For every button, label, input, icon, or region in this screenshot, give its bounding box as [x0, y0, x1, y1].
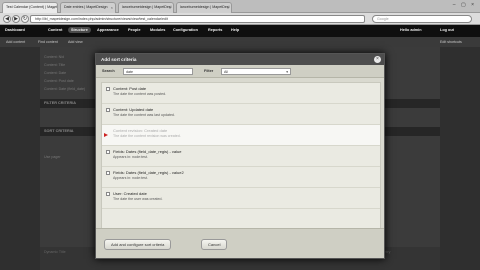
option-checkbox[interactable] [106, 171, 110, 175]
option-checkbox[interactable] [106, 108, 110, 112]
option-checkbox[interactable] [106, 192, 110, 196]
cancel-button[interactable]: Cancel [201, 239, 228, 250]
browser-tab-bar: Test Calendar (Content) | Mapet × Date e… [0, 0, 480, 13]
tab-close-icon[interactable]: × [111, 5, 113, 10]
list-item[interactable]: User: Created date The date the user was… [102, 188, 380, 209]
tab-close-icon[interactable]: × [227, 5, 229, 10]
tab-close-icon[interactable]: × [169, 5, 171, 10]
option-description: The date the content revision was create… [113, 134, 181, 138]
option-name: Content: Updated date [113, 107, 154, 112]
option-description: The date the content was posted. [113, 92, 167, 96]
shortcut-find-content[interactable]: Find content [38, 40, 58, 44]
logout-link[interactable]: Log out [440, 28, 454, 32]
option-description: Appears in: node:test. [113, 176, 148, 180]
menu-reports[interactable]: Reports [208, 28, 222, 32]
option-description: The date the content was last updated. [113, 113, 175, 117]
browser-tab[interactable]: Date entries | MapetDesign × [60, 2, 116, 13]
browser-search-input[interactable]: Google [372, 15, 472, 23]
search-label: Search [102, 69, 115, 73]
tab-close-icon[interactable]: × [53, 5, 55, 10]
tab-label: lanceburnetdesign | MapetDesi [122, 5, 172, 9]
list-item[interactable]: Fields: Dates (field_date_regis) - value… [102, 146, 380, 167]
bg-field-row: Content: Date (field_date) [44, 87, 86, 91]
tab-label: Date entries | MapetDesign [64, 5, 108, 9]
option-description: The date the user was created. [113, 197, 163, 201]
user-greeting[interactable]: Hello admin [400, 28, 422, 32]
menu-content[interactable]: Content [48, 28, 62, 32]
forward-icon[interactable]: ▶ [12, 15, 20, 23]
browser-tab[interactable]: Test Calendar (Content) | Mapet × [2, 2, 58, 13]
option-name: User: Created date [113, 191, 147, 196]
address-bar: ◀ ▶ ↻ http://lbl_mapetdesign.com/index.p… [0, 13, 480, 25]
option-checkbox[interactable] [106, 150, 110, 154]
browser-tab[interactable]: lanceburnetdesign | MapetDesi × [176, 2, 232, 13]
menu-configuration[interactable]: Configuration [173, 28, 198, 32]
filter-label: Filter [204, 69, 214, 73]
list-item[interactable]: Fields: Dates (field_date_regis) - value… [102, 167, 380, 188]
search-input[interactable]: date [123, 68, 193, 75]
filter-select-value: All [224, 70, 228, 74]
dialog-title: Add sort criteria [96, 54, 384, 65]
list-item[interactable]: Content: Updated date The date the conte… [102, 104, 380, 125]
close-icon[interactable]: × [374, 56, 381, 63]
edit-shortcuts-link[interactable]: Edit shortcuts [440, 40, 462, 44]
option-name: Content: Post date [113, 86, 147, 91]
dialog-filter-row: Search date Filter All ▾ [96, 65, 384, 78]
browser-tab[interactable]: lanceburnetdesign | MapetDesi × [118, 2, 174, 13]
add-sort-criteria-dialog: Add sort criteria × Search date Filter A… [95, 53, 385, 259]
menu-structure[interactable]: Structure [68, 27, 91, 33]
menu-help[interactable]: Help [231, 28, 239, 32]
menu-appearance[interactable]: Appearance [97, 28, 119, 32]
admin-toolbar: Dashboard Content Structure Appearance P… [0, 25, 480, 37]
tab-label: Test Calendar (Content) | Mapet [6, 5, 58, 9]
option-name: Content revision: Created date [113, 128, 168, 133]
shortcut-add-view[interactable]: Add view [68, 40, 83, 44]
bg-field-row: Content: Title [44, 63, 66, 67]
mouse-cursor-icon [104, 133, 108, 137]
window-controls[interactable]: – ▢ × [453, 2, 476, 8]
add-and-configure-button[interactable]: Add and configure sort criteria [104, 239, 172, 250]
option-name: Fields: Dates (field_date_regis) - value [113, 149, 182, 154]
bg-field-row: Content: Nid [44, 55, 64, 59]
list-item[interactable]: Content revision: Created date The date … [102, 125, 380, 146]
shortcut-add-content[interactable]: Add content [6, 40, 25, 44]
menu-dashboard[interactable]: Dashboard [5, 28, 25, 32]
filter-select[interactable]: All ▾ [221, 68, 291, 75]
chevron-down-icon: ▾ [286, 70, 288, 74]
shortcut-bar: Add content Find content Add view Edit s… [0, 37, 480, 47]
bg-field-row: Content: Post date [44, 79, 74, 83]
option-description: Appears in: node:test. [113, 155, 148, 159]
bg-table-cell: Dynamic Title [44, 250, 66, 254]
option-name: Fields: Dates (field_date_regis) - value… [113, 170, 184, 175]
back-icon[interactable]: ◀ [3, 15, 11, 23]
reload-icon[interactable]: ↻ [21, 15, 29, 23]
bg-field-row: Content: Date [44, 71, 67, 75]
list-item[interactable]: Content: Post date The date the content … [102, 83, 380, 104]
option-checkbox[interactable] [106, 87, 110, 91]
dialog-footer: Add and configure sort criteria Cancel [96, 228, 384, 258]
menu-people[interactable]: People [128, 28, 140, 32]
url-input[interactable]: http://lbl_mapetdesign.com/index.php/adm… [30, 15, 365, 23]
tab-label: lanceburnetdesign | MapetDesi [180, 5, 230, 9]
sort-options-list: Content: Post date The date the content … [101, 82, 381, 232]
menu-modules[interactable]: Modules [150, 28, 165, 32]
bg-pager-row: Use pager [44, 155, 61, 159]
